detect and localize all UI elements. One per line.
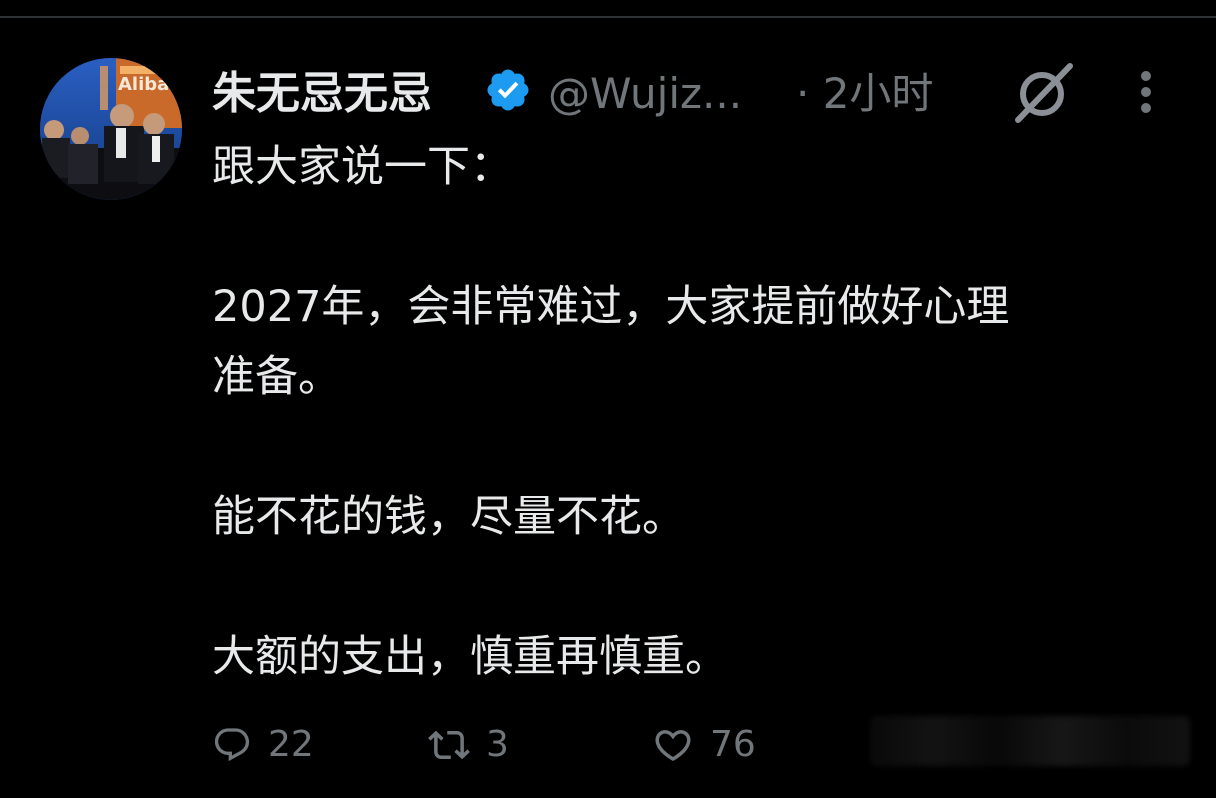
grok-icon[interactable]	[1012, 60, 1076, 124]
like-count: 76	[710, 724, 756, 765]
tweet-body: 跟大家说一下： 2027年，会非常难过，大家提前做好心理 准备。 能不花的钱，尽…	[212, 132, 1192, 692]
author-display-name[interactable]: 朱无忌无忌	[212, 66, 432, 122]
avatar-sign-text: Aliba	[118, 74, 169, 95]
paragraph-spacer	[212, 552, 1192, 622]
top-divider	[0, 16, 1216, 18]
verified-badge-icon[interactable]	[484, 66, 532, 114]
author-avatar[interactable]: Aliba	[40, 58, 182, 200]
reply-count: 22	[268, 724, 314, 765]
tweet-paragraph: 能不花的钱，尽量不花。	[212, 492, 685, 542]
tweet-paragraph: 跟大家说一下：	[212, 142, 513, 192]
like-button[interactable]: 76	[652, 718, 756, 772]
more-options-icon[interactable]	[1128, 66, 1164, 118]
tweet-paragraph: 大额的支出，慎重再慎重。	[212, 632, 728, 682]
reply-icon	[214, 728, 250, 762]
like-icon	[655, 730, 691, 762]
reply-button[interactable]: 22	[212, 718, 314, 772]
blurred-overlay	[870, 716, 1190, 766]
retweet-count: 3	[486, 724, 509, 765]
avatar-photo: Aliba	[40, 58, 182, 200]
paragraph-spacer	[212, 202, 1192, 272]
tweet-paragraph: 2027年，会非常难过，大家提前做好心理 准备。	[212, 282, 1010, 402]
author-handle[interactable]: @Wujiz...	[548, 66, 742, 122]
tweet-header: 朱无忌无忌 @Wujiz... · 2小时	[212, 60, 1202, 124]
paragraph-spacer	[212, 412, 1192, 482]
retweet-icon	[428, 730, 470, 760]
tweet-timestamp[interactable]: · 2小时	[796, 66, 933, 122]
retweet-button[interactable]: 3	[428, 718, 509, 772]
